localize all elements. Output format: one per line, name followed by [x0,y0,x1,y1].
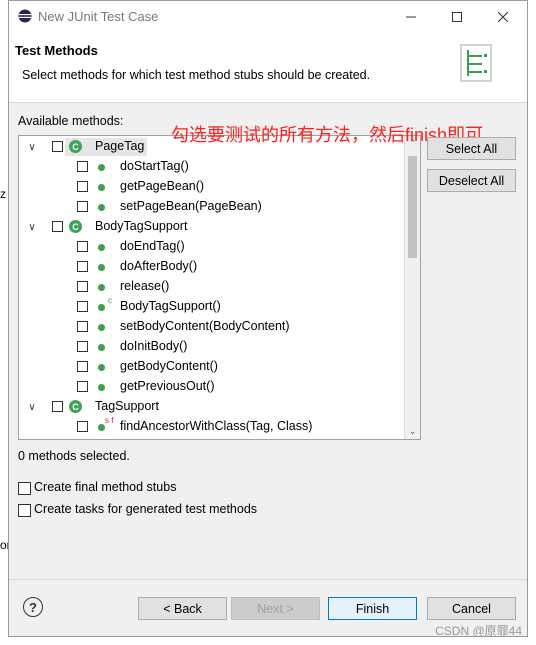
class-icon: C [69,140,82,153]
methods-tree[interactable]: ∨ C PageTag doStartTag() getPageBean() s… [18,135,421,440]
checkbox[interactable] [77,161,88,172]
checkbox[interactable] [77,201,88,212]
public-method-icon [98,324,105,331]
public-method-icon [98,164,105,171]
constructor-icon [98,304,105,311]
back-button[interactable]: < Back [138,597,227,620]
maximize-button[interactable] [434,1,480,32]
dialog-window: New JUnit Test Case Test Methods Select … [8,0,528,637]
tree-row-method[interactable]: doStartTag() [19,157,405,177]
chevron-down-icon[interactable]: ∨ [27,142,37,153]
tree-row-method[interactable]: getPageBean() [19,177,405,197]
option-label: Create tasks for generated test methods [34,502,258,516]
method-label: setBodyContent(BodyContent) [120,319,290,333]
method-label: doAfterBody() [120,259,198,273]
checkbox[interactable] [18,482,31,495]
checkbox[interactable] [77,301,88,312]
checkbox[interactable] [52,221,63,232]
method-label: findAncestorWithClass(Tag, Class) [120,419,313,433]
checkbox[interactable] [77,181,88,192]
checkbox[interactable] [18,504,31,517]
tree-row-class[interactable]: ∨ C TagSupport [19,397,405,417]
title-bar: New JUnit Test Case [9,1,527,32]
scroll-down-icon[interactable]: ⌄ [405,424,420,439]
minimize-icon [406,16,416,17]
public-method-icon [98,244,105,251]
tree-row-method[interactable]: doInitBody() [19,337,405,357]
method-label: getPageBean() [120,179,205,193]
tree-row-method[interactable]: c BodyTagSupport() [19,296,405,317]
tree-scrollbar[interactable]: ⌃ ⌄ [404,136,420,439]
method-label: BodyTagSupport() [120,299,221,313]
static-final-method-icon [98,424,105,431]
option-label: Create final method stubs [34,480,177,494]
deselect-all-button[interactable]: Deselect All [427,169,516,192]
class-icon: C [69,220,82,233]
method-label: doEndTag() [120,239,185,253]
public-method-icon [98,264,105,271]
checkbox[interactable] [77,281,88,292]
chevron-down-icon[interactable]: ∨ [27,402,37,413]
checkbox[interactable] [77,341,88,352]
checkbox[interactable] [77,241,88,252]
public-method-icon [98,184,105,191]
next-button[interactable]: Next > [231,597,320,620]
page-title: Test Methods [15,43,98,58]
chevron-down-icon[interactable]: ∨ [27,222,37,233]
tree-row-method[interactable]: setBodyContent(BodyContent) [19,317,405,337]
public-method-icon [98,364,105,371]
watermark: CSDN @原罪44 [435,624,522,638]
wizard-header: Test Methods Select methods for which te… [9,32,527,103]
public-method-icon [98,344,105,351]
checkbox[interactable] [77,381,88,392]
maximize-icon [452,11,462,22]
footer-divider [9,579,527,580]
scrollbar-thumb[interactable] [408,156,417,258]
selection-status: 0 methods selected. [18,449,130,463]
method-label: getPreviousOut() [120,379,215,393]
finish-button[interactable]: Finish [328,597,417,620]
class-label: BodyTagSupport [95,219,188,233]
checkbox[interactable] [77,421,88,432]
tree-row-method[interactable]: getPreviousOut() [19,377,405,397]
method-label: doInitBody() [120,339,188,353]
method-label: getBodyContent() [120,359,218,373]
checkbox[interactable] [77,261,88,272]
tree-row-method[interactable]: getBodyContent() [19,357,405,377]
public-method-icon [98,384,105,391]
available-methods-label: Available methods: [18,114,124,128]
close-button[interactable] [480,1,526,32]
tree-row-method[interactable]: setPageBean(PageBean) [19,197,405,217]
cancel-button[interactable]: Cancel [427,597,516,620]
constructor-badge: c [108,296,112,305]
tree-row-method[interactable]: doEndTag() [19,237,405,257]
class-label: TagSupport [95,399,159,413]
help-icon[interactable]: ? [23,597,43,617]
checkbox[interactable] [77,361,88,372]
static-final-badge: s f [105,416,114,425]
eclipse-icon [18,9,32,23]
method-label: release() [120,279,170,293]
close-icon [498,11,508,22]
background-fragment-1: z [0,187,6,201]
select-all-button[interactable]: Select All [427,137,516,160]
class-icon: C [69,400,82,413]
method-label: setPageBean(PageBean) [120,199,262,213]
checkbox[interactable] [52,141,63,152]
method-label: doStartTag() [120,159,189,173]
tree-row-class[interactable]: ∨ C BodyTagSupport [19,217,405,237]
public-method-icon [98,204,105,211]
page-description: Select methods for which test method stu… [22,68,371,82]
class-label: PageTag [95,139,145,153]
window-title: New JUnit Test Case [38,9,159,24]
tree-row-method[interactable]: s f findAncestorWithClass(Tag, Class) [19,416,405,437]
checkbox[interactable] [77,321,88,332]
public-method-icon [98,284,105,291]
tree-row-method[interactable]: doAfterBody() [19,257,405,277]
tree-row-method[interactable]: release() [19,277,405,297]
test-methods-icon [460,44,492,82]
checkbox[interactable] [52,401,63,412]
minimize-button[interactable] [388,1,434,32]
